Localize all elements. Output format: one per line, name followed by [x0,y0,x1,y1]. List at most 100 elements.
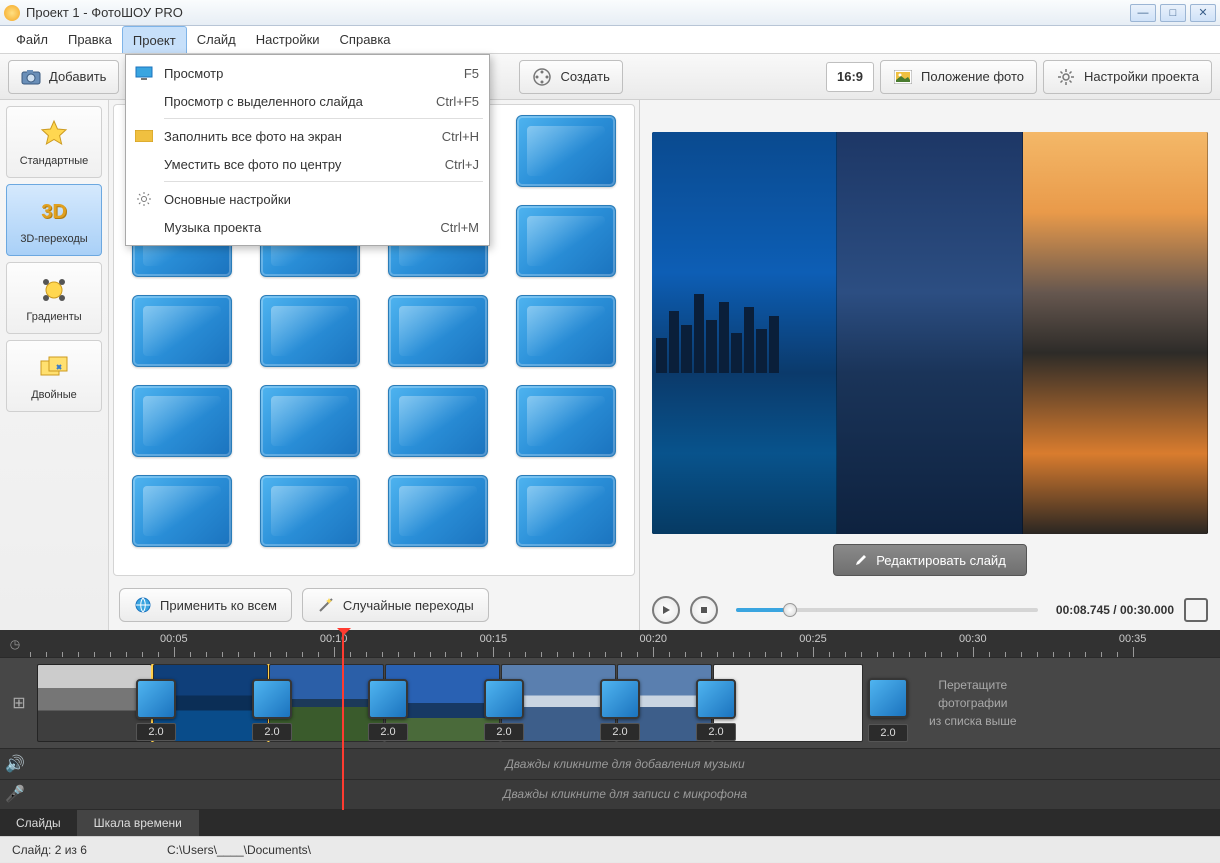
timeline-slide[interactable]: 2.0 [501,664,616,742]
menu-file[interactable]: Файл [6,26,58,53]
category-standard[interactable]: Стандартные [6,106,102,178]
minimize-button[interactable]: — [1130,4,1156,22]
edit-slide-label: Редактировать слайд [876,553,1006,568]
create-button-label: Создать [560,69,609,84]
timeline-slide[interactable]: 2.0 [269,664,384,742]
playhead[interactable] [342,630,344,810]
menu-fit-photos[interactable]: Уместить все фото по центру Ctrl+J [126,150,489,178]
tab-timeline[interactable]: Шкала времени [78,810,199,836]
title-bar: Проект 1 - ФотоШОУ PRO — □ ✕ [0,0,1220,26]
menu-main-settings[interactable]: Основные настройки [126,185,489,213]
transition-thumb[interactable] [516,385,616,457]
seek-bar[interactable] [736,608,1038,612]
menu-help[interactable]: Справка [330,26,401,53]
filmstrip-icon: ⊞ [4,693,34,713]
photo-position-button[interactable]: Положение фото [880,60,1037,94]
transition-thumb[interactable] [388,385,488,457]
category-3d[interactable]: 3D 3D-переходы [6,184,102,256]
category-double[interactable]: Двойные [6,340,102,412]
transition-thumb[interactable] [516,205,616,277]
fullscreen-button[interactable] [1184,598,1208,622]
transition-badge[interactable] [136,679,176,719]
fill-icon [132,126,156,146]
menu-edit[interactable]: Правка [58,26,122,53]
menu-project[interactable]: Проект [122,26,187,53]
timeline-add-slide[interactable]: 2.0 [713,664,863,742]
timeline: ◷ 00:0500:1000:1500:2000:2500:3000:35 ⊞ … [0,630,1220,810]
category-double-label: Двойные [31,389,77,401]
music-hint: Дважды кликните для добавления музыки [30,757,1220,771]
transition-thumb[interactable] [260,475,360,547]
apply-all-button[interactable]: Применить ко всем [119,588,292,622]
mic-hint: Дважды кликните для записи с микрофона [30,787,1220,801]
transition-badge[interactable] [252,679,292,719]
menu-preview[interactable]: Просмотр F5 [126,59,489,87]
photo-icon [893,67,913,87]
status-bar: Слайд: 2 из 6 C:\Users\____\Documents\ [0,836,1220,862]
transition-thumb[interactable] [388,475,488,547]
transition-thumb[interactable] [132,295,232,367]
transition-badge[interactable] [696,679,736,719]
menu-project-music[interactable]: Музыка проекта Ctrl+M [126,213,489,241]
stop-button[interactable] [690,596,718,624]
random-transitions-button[interactable]: Случайные переходы [302,588,489,622]
transition-thumb[interactable] [132,475,232,547]
gear-icon [1056,67,1076,87]
clock-icon: ◷ [0,630,30,657]
transition-badge[interactable] [868,678,908,718]
category-gradients[interactable]: Градиенты [6,262,102,334]
menu-preview-from-slide[interactable]: Просмотр с выделенного слайда Ctrl+F5 [126,87,489,115]
pencil-icon [854,553,868,567]
tab-slides[interactable]: Слайды [0,810,78,836]
edit-slide-button[interactable]: Редактировать слайд [833,544,1027,576]
transition-badge[interactable] [368,679,408,719]
transition-duration-badge: 2.0 [600,723,640,741]
project-settings-label: Настройки проекта [1084,69,1199,84]
transition-thumb[interactable] [260,385,360,457]
timeline-slide[interactable]: 2.0 [385,664,500,742]
ruler-label: 00:05 [160,633,188,645]
globe-icon [134,596,152,614]
category-standard-label: Стандартные [20,155,89,167]
project-settings-button[interactable]: Настройки проекта [1043,60,1212,94]
playback-controls: 00:08.745 / 00:30.000 [640,590,1220,630]
transition-thumb[interactable] [516,475,616,547]
music-track[interactable]: 🔊 Дважды кликните для добавления музыки [0,749,1220,780]
maximize-button[interactable]: □ [1160,4,1186,22]
random-label: Случайные переходы [343,598,474,613]
status-slide: Слайд: 2 из 6 [12,843,87,857]
menu-settings[interactable]: Настройки [246,26,330,53]
timeline-slide[interactable] [37,664,152,742]
photo-position-label: Положение фото [921,69,1024,84]
microphone-icon: 🎤 [0,784,30,804]
transition-thumb[interactable] [260,295,360,367]
ruler-label: 00:30 [959,633,987,645]
star-icon [37,117,71,151]
transition-duration-badge: 2.0 [696,723,736,741]
transition-thumb[interactable] [388,295,488,367]
transition-badge[interactable] [600,679,640,719]
drag-hint: Перетащите фотографии из списка выше [911,676,1035,730]
bottom-tabs: Слайды Шкала времени [0,810,1220,836]
close-button[interactable]: ✕ [1190,4,1216,22]
camera-icon [21,67,41,87]
menu-fill-photos[interactable]: Заполнить все фото на экран Ctrl+H [126,122,489,150]
create-button[interactable]: Создать [519,60,622,94]
aspect-ratio[interactable]: 16:9 [826,62,874,92]
transition-duration-badge: 2.0 [136,723,176,741]
transition-thumb[interactable] [516,115,616,187]
playback-time: 00:08.745 / 00:30.000 [1056,603,1174,617]
menu-bar: Файл Правка Проект Слайд Настройки Справ… [0,26,1220,54]
menu-slide[interactable]: Слайд [187,26,246,53]
speaker-icon: 🔊 [0,754,30,774]
transition-badge[interactable] [484,679,524,719]
transition-thumb[interactable] [516,295,616,367]
transition-thumb[interactable] [132,385,232,457]
timeline-ruler[interactable]: ◷ 00:0500:1000:1500:2000:2500:3000:35 [0,630,1220,658]
category-sidebar: Стандартные 3D 3D-переходы Градиенты Дво… [0,100,109,630]
add-button[interactable]: Добавить [8,60,119,94]
timeline-slide[interactable]: 2.0 [153,664,268,742]
mic-track[interactable]: 🎤 Дважды кликните для записи с микрофона [0,780,1220,811]
apply-all-label: Применить ко всем [160,598,277,613]
play-button[interactable] [652,596,680,624]
